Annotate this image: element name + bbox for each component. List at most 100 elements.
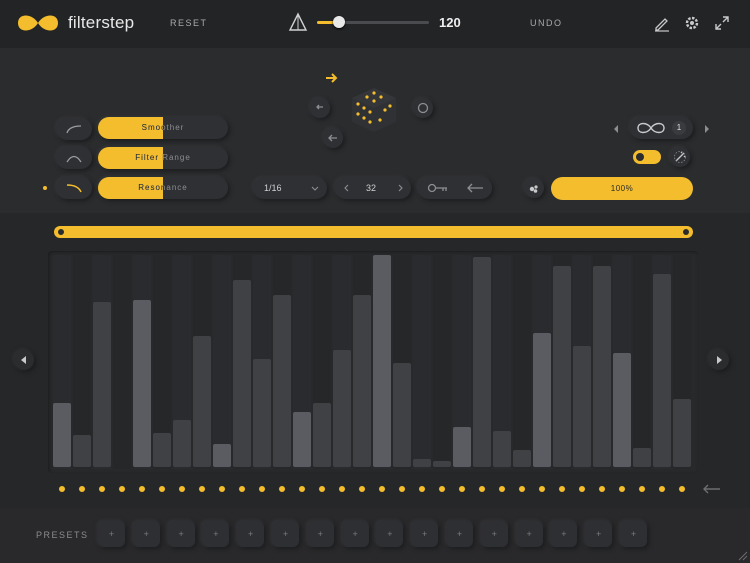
step-bar[interactable] [313,403,331,467]
step-grid[interactable] [48,251,698,473]
scrubber-start-handle[interactable] [58,229,64,235]
step-bar[interactable] [53,403,71,467]
step-column[interactable] [513,255,531,469]
step-bar[interactable] [353,295,371,467]
step-bar[interactable] [533,333,551,467]
arrow-curve-icon [316,104,323,110]
step-bar[interactable] [153,433,171,467]
step-bar[interactable] [393,363,411,467]
preset-slot[interactable]: + [376,521,404,547]
step-bar[interactable] [493,431,511,467]
pen-icon[interactable] [652,13,672,33]
smoother-slider[interactable]: Smoother Smoother [98,117,228,139]
step-bar[interactable] [213,444,231,467]
page-next-button[interactable] [709,350,729,370]
key-sync-control[interactable] [418,177,492,199]
preset-slot[interactable]: + [306,521,334,547]
preset-slot[interactable]: + [550,521,578,547]
undo-button[interactable]: UNDO [530,18,563,28]
step-bar[interactable] [173,420,191,467]
expand-icon[interactable] [712,13,732,33]
rate-value: 1/16 [264,183,282,193]
step-bar[interactable] [233,280,251,467]
step-bar[interactable] [293,412,311,467]
steps-stepper[interactable]: 32 [335,177,411,199]
preset-slot[interactable]: + [446,521,473,547]
arrow-reset-icon[interactable] [700,482,722,496]
step-bar[interactable] [273,295,291,467]
rate-select[interactable]: 1/16 [253,177,327,199]
step-bar[interactable] [333,350,351,467]
step-bar[interactable] [73,435,91,467]
step-bar[interactable] [93,302,111,467]
step-bar[interactable] [673,399,691,467]
step-indicator-dot [399,486,405,492]
step-bar[interactable] [433,461,451,467]
gear-icon[interactable] [682,13,702,33]
preset-slot[interactable]: + [585,521,613,547]
chevron-right-icon[interactable] [396,184,404,192]
preset-slot[interactable]: + [237,521,265,547]
resize-grip-icon[interactable] [736,549,748,561]
tempo-slider-knob[interactable] [333,16,345,28]
step-indicator-dot [539,486,545,492]
step-column[interactable] [433,255,451,469]
drop-button[interactable] [524,178,544,198]
step-indicator-dot [479,486,485,492]
sync-toggle[interactable] [633,150,661,164]
step-column[interactable] [213,255,231,469]
preset-slot[interactable]: + [202,521,230,547]
step-bar[interactable] [373,255,391,467]
step-bar[interactable] [453,427,471,467]
resonance-slider[interactable]: Resonance Resonance [98,177,228,199]
curve-fall-icon [66,184,82,193]
preset-slot[interactable]: + [132,521,160,547]
triangle-icon[interactable] [288,12,308,32]
tempo-value: 120 [439,15,461,30]
filter-range-slider[interactable]: Filter Range Filter Range [98,147,228,169]
preset-slot[interactable]: + [341,521,369,547]
curve-shape-button-3[interactable] [56,177,92,199]
shuffle-left-button[interactable] [310,98,330,118]
rotate-button[interactable] [413,98,433,118]
preset-slot[interactable]: + [480,521,508,547]
step-bar[interactable] [193,336,211,467]
chevron-left-icon[interactable] [343,184,351,192]
preset-slot[interactable]: + [272,521,299,547]
curve-shape-button-2[interactable] [56,147,92,169]
step-bar[interactable] [253,359,271,467]
preset-slot[interactable]: + [167,521,195,547]
preset-slot[interactable]: + [515,521,543,547]
step-column[interactable] [113,255,131,469]
preset-slot[interactable]: + [411,521,439,547]
range-scrubber[interactable] [54,226,693,238]
key-icon [427,183,447,193]
step-bar[interactable] [553,266,571,467]
arrow-left-button[interactable] [323,128,343,148]
scrubber-end-handle[interactable] [683,229,689,235]
step-bar[interactable] [513,450,531,467]
preset-slot[interactable]: + [98,521,125,547]
step-bar[interactable] [473,257,491,467]
curve-shape-button-1[interactable] [56,118,92,140]
step-bar[interactable] [633,448,651,467]
step-bar[interactable] [593,266,611,467]
step-bar[interactable] [133,300,151,467]
random-button[interactable] [670,147,690,167]
step-bar[interactable] [573,346,591,467]
step-column[interactable] [413,255,431,469]
page-prev-button[interactable] [14,350,34,370]
preset-slot[interactable]: + [620,521,647,547]
step-bar[interactable] [613,353,631,467]
arrow-right-icon[interactable] [322,70,342,86]
step-indicator-dot [359,486,365,492]
step-bar[interactable] [413,459,431,467]
loop-control[interactable]: 1 [630,117,693,139]
step-column[interactable] [633,255,651,469]
step-bar[interactable] [653,274,671,467]
loop-prev-icon[interactable] [612,124,620,134]
amount-slider[interactable]: 100% [551,177,693,200]
loop-next-icon[interactable] [703,124,711,134]
dice-icon[interactable] [348,86,400,134]
reset-button[interactable]: RESET [170,18,208,28]
